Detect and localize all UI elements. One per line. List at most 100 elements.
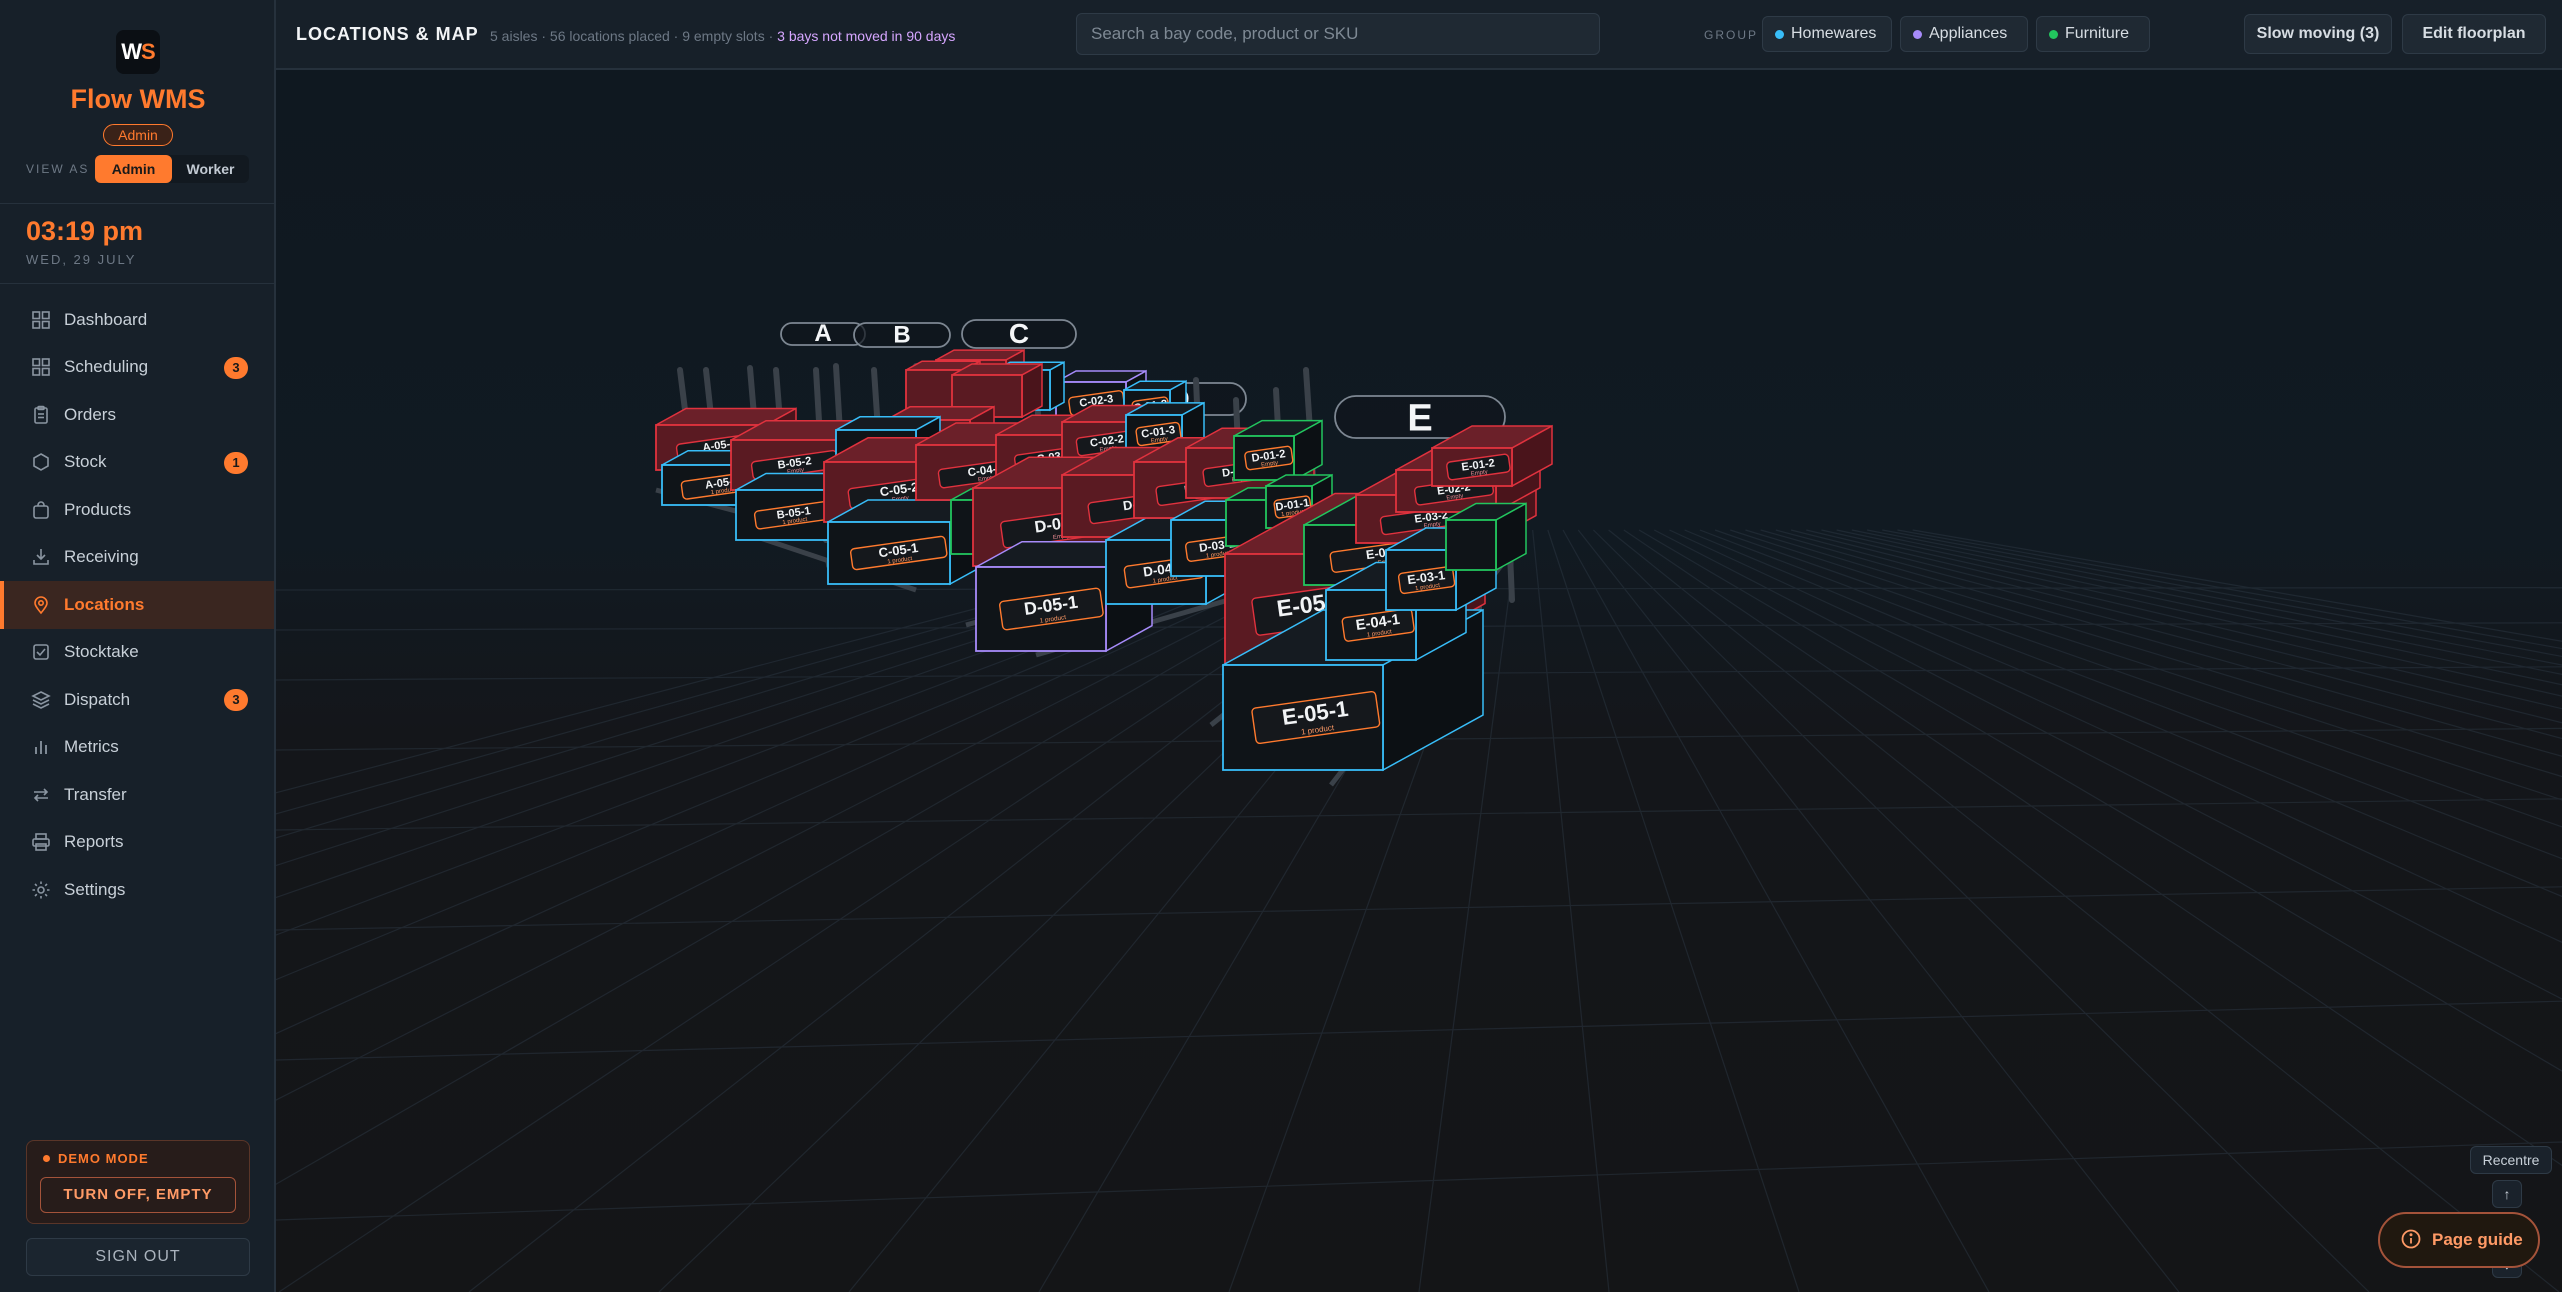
grid-line (276, 529, 1321, 867)
grid-line (1790, 529, 2562, 724)
nav-label: Products (64, 499, 132, 519)
warehouse-3d-map[interactable]: ABCDEC-02-3EmptyC-01-2EmptyA-05-2EmptyA-… (276, 70, 2562, 1292)
current-time: 03:19 pm (26, 216, 144, 246)
turn-off-demo-button[interactable]: TURN OFF, EMPTY (40, 1177, 236, 1213)
aisle-letter: C (1009, 318, 1029, 349)
grid-line (1593, 529, 2370, 1292)
printer-icon (30, 831, 52, 853)
locations-summary: 5 aisles · 56 locations placed · 9 empty… (490, 28, 955, 44)
view-as-admin-option[interactable]: Admin (95, 155, 172, 183)
grid-line (1699, 529, 2562, 860)
grid-line (1714, 529, 2562, 828)
grid-line (1882, 529, 2562, 658)
recentre-button[interactable]: Recentre (2470, 1146, 2552, 1174)
nav-item-transfer[interactable]: Transfer (0, 771, 274, 819)
view-as-toggle: Admin Worker (95, 155, 249, 183)
nav-label: Dispatch (64, 689, 131, 709)
grid-line (276, 529, 1336, 899)
chip-label: Homewares (1791, 25, 1877, 42)
nav-label: Settings (64, 879, 126, 899)
grid-line (1547, 529, 1800, 1292)
nav-label: Stocktake (64, 642, 139, 662)
group-chip-furniture[interactable]: Furniture (2036, 16, 2150, 52)
grid-line (276, 529, 1290, 815)
page-guide-button[interactable]: Page guide (2378, 1212, 2540, 1268)
grid-line (276, 529, 1366, 981)
bay-d-01-2: D-01-2Empty (1233, 419, 1323, 482)
checklist-icon (30, 641, 52, 663)
grid-line (276, 798, 2562, 831)
current-date: WED, 29 JULY (26, 252, 137, 267)
bay-side-face (1049, 361, 1065, 412)
edit-floorplan-button[interactable]: Edit floorplan (2402, 14, 2546, 54)
furniture-color-dot (2049, 30, 2058, 39)
grid-line (276, 1000, 2562, 1061)
group-chip-homewares[interactable]: Homewares (1762, 16, 1892, 52)
grid-line (1638, 529, 2562, 1072)
nav-item-products[interactable]: Products (0, 486, 274, 534)
aisle-letter: B (893, 322, 910, 349)
demo-mode-label: DEMO MODE (43, 1151, 149, 1166)
chip-label: Furniture (2065, 25, 2130, 42)
nav-item-orders[interactable]: Orders (0, 391, 274, 439)
grid-line (1653, 529, 2562, 1000)
grid-line (1866, 529, 2562, 666)
aisle-label-b: B (853, 322, 951, 349)
page-title: LOCATIONS & MAP (296, 24, 479, 44)
grid-line (1532, 529, 1610, 1292)
nav-label: Transfer (64, 784, 127, 804)
grid-line (1760, 529, 2562, 757)
stock-count-badge: 1 (224, 451, 248, 474)
nav-item-reports[interactable]: Reports (0, 819, 274, 867)
nav-item-stock[interactable]: Stock 1 (0, 439, 274, 487)
not-moved-alert-link[interactable]: 3 bays not moved in 90 days (777, 28, 955, 44)
group-label: GROUP (1704, 28, 1759, 42)
search-input[interactable] (1076, 13, 1600, 55)
sign-out-button[interactable]: SIGN OUT (26, 1238, 250, 1276)
scheduling-count-badge: 3 (224, 356, 248, 379)
aisle-label-a: A (780, 320, 866, 347)
nav-label: Dashboard (64, 309, 148, 329)
bay-box (1445, 502, 1527, 572)
clipboard-icon (30, 404, 52, 426)
nav-item-metrics[interactable]: Metrics (0, 724, 274, 772)
nav-label: Reports (64, 832, 124, 852)
slow-moving-button[interactable]: Slow moving (3) (2244, 14, 2392, 54)
brand-name: Flow WMS (70, 84, 206, 114)
nav-label: Orders (64, 404, 116, 424)
bay-front-face (1445, 519, 1497, 571)
pan-up-button[interactable]: ↑ (2492, 1180, 2522, 1208)
app-logo: WS (116, 30, 160, 74)
nav-item-dispatch[interactable]: Dispatch 3 (0, 676, 274, 724)
arrows-swap-icon (30, 784, 52, 806)
aisle-letter: A (814, 320, 831, 347)
grid-line (1577, 529, 2180, 1292)
inbox-download-icon (30, 546, 52, 568)
nav-item-scheduling[interactable]: Scheduling 3 (0, 344, 274, 392)
summary-text: 5 aisles · 56 locations placed · 9 empty… (490, 28, 778, 44)
grid-line (276, 529, 1351, 936)
nav-item-stocktake[interactable]: Stocktake (0, 629, 274, 677)
bag-icon (30, 499, 52, 521)
dispatch-count-badge: 3 (224, 689, 248, 711)
nav-label: Receiving (64, 547, 139, 567)
layers-icon (30, 689, 52, 711)
grid-line (1821, 529, 2562, 697)
grid-line (1806, 529, 2562, 710)
nav-item-dashboard[interactable]: Dashboard (0, 296, 274, 344)
grid-line (1897, 529, 2562, 650)
grid-line (1775, 529, 2562, 740)
warehouse-scene-canvas[interactable]: ABCDEC-02-3EmptyC-01-2EmptyA-05-2EmptyA-… (276, 70, 2562, 1292)
view-as-worker-option[interactable]: Worker (172, 155, 249, 183)
nav-item-receiving[interactable]: Receiving (0, 534, 274, 582)
brand-block: WS Flow WMS Admin VIEW AS Admin Worker (0, 0, 274, 204)
gear-icon (30, 879, 52, 901)
nav-item-locations[interactable]: Locations (0, 581, 274, 629)
group-chip-appliances[interactable]: Appliances (1900, 16, 2028, 52)
nav-item-settings[interactable]: Settings (0, 866, 274, 914)
grid-icon (30, 309, 52, 331)
sidebar: WS Flow WMS Admin VIEW AS Admin Worker 0… (0, 0, 276, 1292)
app-root: WS Flow WMS Admin VIEW AS Admin Worker 0… (0, 0, 2562, 1292)
grid-line (1669, 529, 2562, 943)
grid-line (276, 529, 1275, 794)
